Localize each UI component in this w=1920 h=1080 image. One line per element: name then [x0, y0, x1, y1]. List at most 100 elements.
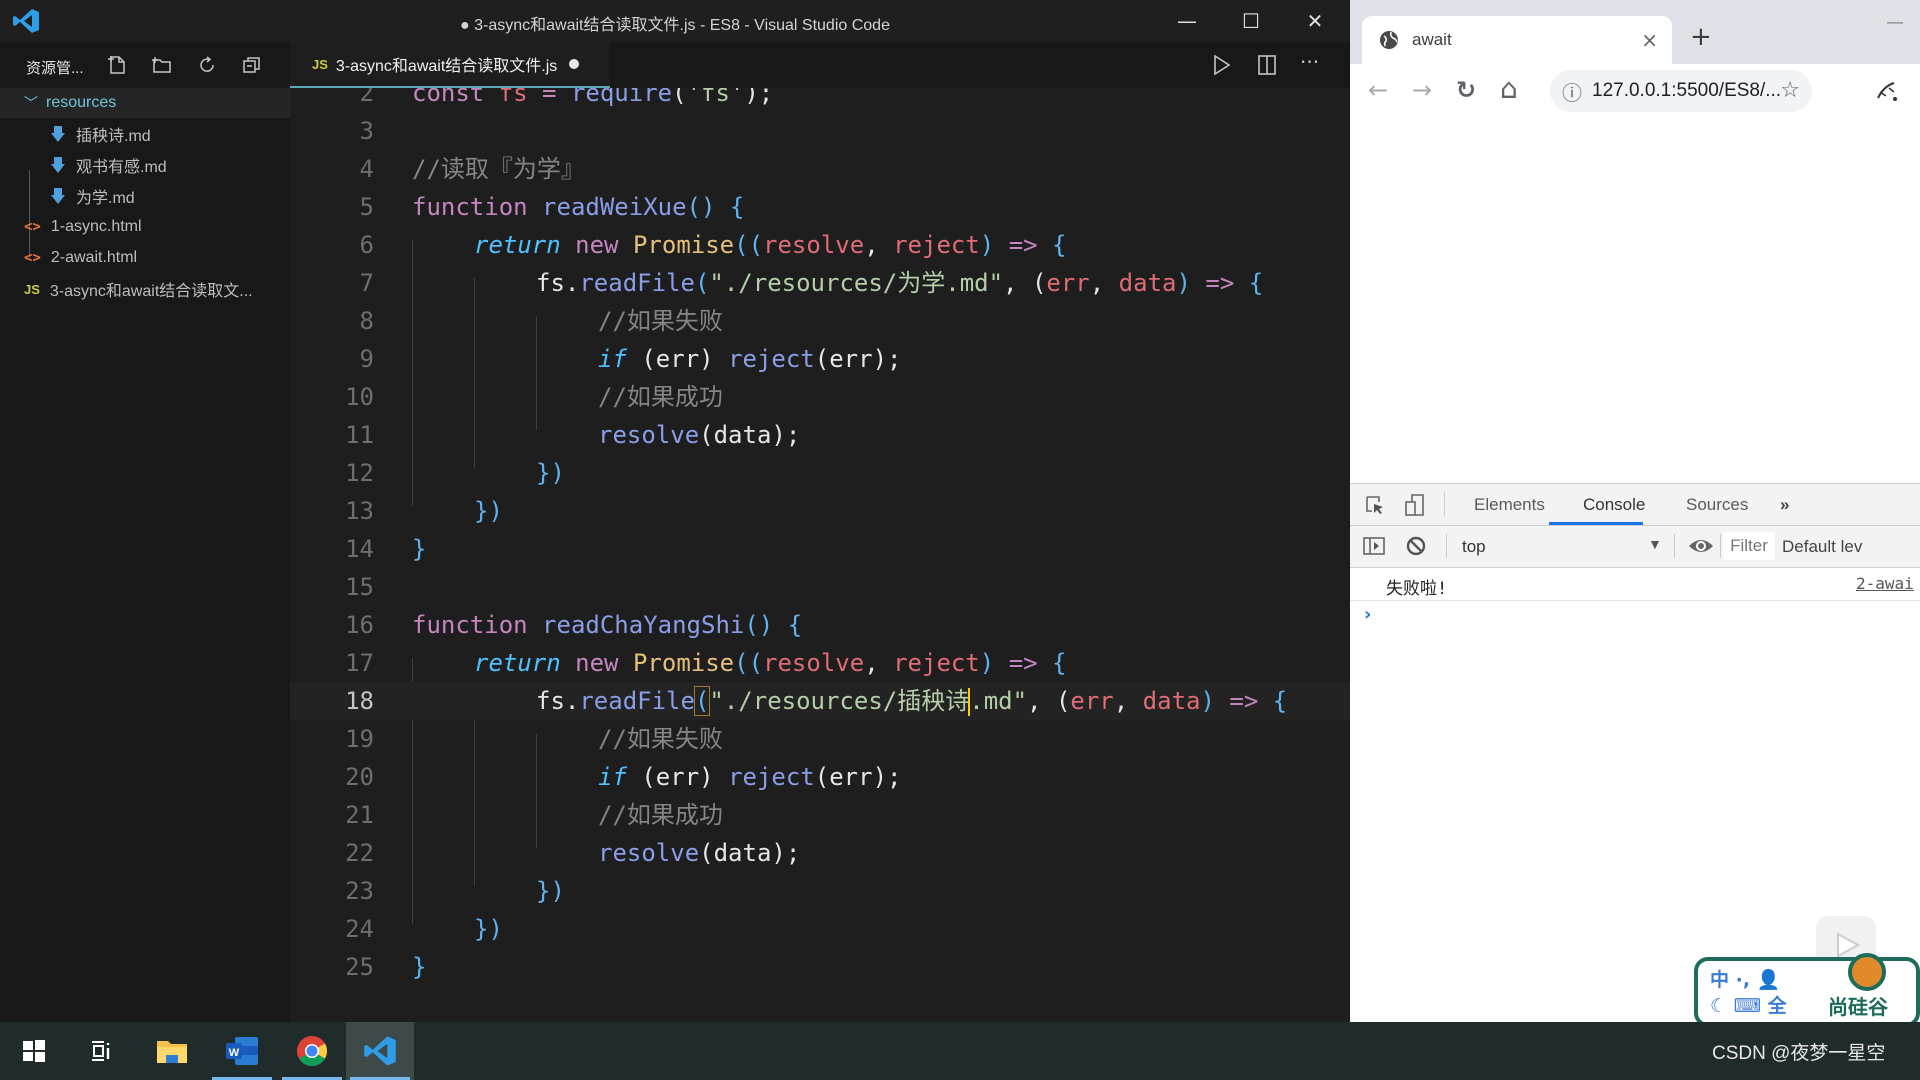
maximize-button[interactable]: ☐ [1219, 0, 1283, 42]
site-info-icon[interactable]: ⓘ [1562, 77, 1582, 106]
markdown-file-icon [51, 126, 65, 142]
split-editor-icon[interactable] [1254, 52, 1280, 78]
tree-item-label: 3-async和await结合读取文... [49, 283, 253, 300]
back-icon[interactable]: ← [1368, 76, 1388, 104]
context-select[interactable]: top [1462, 537, 1486, 557]
refresh-icon[interactable] [196, 54, 218, 76]
maximize-icon: ☐ [1242, 9, 1260, 33]
js-file-icon: JS [24, 281, 40, 297]
code-line: 12}) [290, 454, 1350, 492]
start-button[interactable] [0, 1022, 68, 1080]
tree-item-label: 2-await.html [50, 249, 138, 266]
code-line: 21 //如果成功 [290, 796, 1350, 834]
explorer-sidebar: 资源管... ﹀ resources 插秧诗.md 观书有感.md 为学.md … [0, 42, 290, 1022]
code-text: } [412, 953, 427, 981]
folder-icon [157, 1041, 187, 1063]
tree-item-1-async-html[interactable]: <> 1-async.html [0, 212, 290, 242]
html-file-icon: <> [24, 219, 41, 235]
ime-toolbar[interactable]: 中 ·, 👤 ☾ ⌨ 全 尚硅谷 [1694, 953, 1920, 1027]
browser-toolbar: ← → ↻ ⌂ ⓘ 127.0.0.1:5500/ES8/... ☆ [1350, 64, 1920, 121]
device-toolbar-icon[interactable] [1404, 493, 1426, 517]
separator [1720, 534, 1721, 558]
unsaved-dot-icon[interactable] [569, 59, 580, 69]
tree-item-label: resources [46, 94, 117, 111]
code-line: 22 resolve(data); [290, 834, 1350, 872]
code-line: 8 //如果失败 [290, 302, 1350, 340]
console-message: 失败啦! 2-awai [1350, 568, 1920, 601]
console-message-text: 失败啦! [1386, 579, 1448, 599]
globe-icon [1380, 31, 1398, 49]
console-filter-input[interactable]: Filter [1723, 532, 1775, 560]
line-number: 7 [359, 269, 374, 297]
close-icon: ✕ [1306, 9, 1324, 33]
console-toolbar: top ▼ Filter Default lev [1350, 526, 1920, 568]
code-editor[interactable]: 2 const fs = require('fs'); 3 4 //读取『为学』 5… [290, 88, 1350, 1022]
reload-icon[interactable]: ↻ [1456, 76, 1476, 104]
browser-minimize-button[interactable]: — [1886, 12, 1904, 33]
devtools-tab-sources[interactable]: Sources [1686, 495, 1748, 515]
devtools-tab-console[interactable]: Console [1583, 495, 1645, 515]
task-view-button[interactable] [68, 1022, 136, 1080]
url-text[interactable]: 127.0.0.1:5500/ES8/... [1592, 80, 1781, 102]
forward-icon[interactable]: → [1412, 76, 1432, 104]
bookmark-star-icon[interactable]: ☆ [1780, 78, 1800, 103]
minimize-button[interactable]: — [1155, 0, 1219, 42]
windows-logo-icon [23, 1040, 45, 1062]
code-text: function readChaYangShi() { [412, 611, 803, 639]
code-text: if (err) reject(err); [598, 345, 902, 373]
file-explorer-taskbar-item[interactable] [138, 1022, 206, 1080]
inspect-element-icon[interactable] [1364, 494, 1386, 516]
new-tab-button[interactable]: + [1690, 22, 1712, 52]
run-icon[interactable] [1208, 52, 1234, 78]
chrome-taskbar-item[interactable] [278, 1022, 346, 1080]
close-button[interactable]: ✕ [1283, 0, 1347, 42]
tab-3-async-await-js[interactable]: JS 3-async和await结合读取文件.js [290, 42, 610, 88]
line-number: 15 [345, 573, 374, 601]
line-number: 20 [345, 763, 374, 791]
line-number: 10 [345, 383, 374, 411]
code-line: 23}) [290, 872, 1350, 910]
code-text: return new Promise((resolve, reject) => … [474, 649, 1067, 677]
tree-item-guanshuyougan[interactable]: 观书有感.md [0, 150, 290, 180]
new-folder-icon[interactable] [151, 54, 173, 76]
code-line: 25} [290, 948, 1350, 986]
translate-extension-icon[interactable] [1874, 78, 1900, 104]
devtools-tab-elements[interactable]: Elements [1474, 495, 1545, 515]
live-expression-eye-icon[interactable] [1688, 536, 1714, 556]
vscode-taskbar-item[interactable] [346, 1022, 414, 1080]
tree-item-chayangshi[interactable]: 插秧诗.md [0, 119, 290, 149]
console-prompt-icon[interactable]: › [1364, 604, 1371, 625]
code-line: 11 resolve(data); [290, 416, 1350, 454]
clear-console-icon[interactable] [1405, 535, 1427, 557]
code-line: 14} [290, 530, 1350, 568]
line-number: 21 [345, 801, 374, 829]
home-icon[interactable]: ⌂ [1500, 72, 1518, 105]
console-message-source-link[interactable]: 2-awai [1856, 574, 1914, 593]
word-taskbar-item[interactable]: W [208, 1022, 276, 1080]
code-line: 17 return new Promise((resolve, reject) =… [290, 644, 1350, 682]
dropdown-arrow-icon[interactable]: ▼ [1648, 536, 1662, 552]
tree-folder-resources[interactable]: ﹀ resources [0, 88, 290, 118]
line-number: 24 [345, 915, 374, 943]
code-text: }) [474, 915, 503, 943]
close-tab-icon[interactable]: × [1641, 28, 1658, 52]
browser-tab-await[interactable]: await × [1362, 16, 1672, 64]
line-number: 8 [359, 307, 374, 335]
tree-item-2-await-html[interactable]: <> 2-await.html [0, 243, 290, 273]
more-tabs-icon[interactable]: » [1780, 495, 1789, 515]
tree-item-weixue[interactable]: 为学.md [0, 181, 290, 211]
more-actions-icon[interactable]: ··· [1300, 50, 1326, 76]
devtools-tab-bar: Elements Console Sources » [1350, 484, 1920, 526]
collapse-all-icon[interactable] [241, 54, 263, 76]
code-line: 5 function readWeiXue() { [290, 188, 1350, 226]
show-sidebar-icon[interactable] [1362, 535, 1386, 557]
new-file-icon[interactable] [106, 54, 128, 76]
tree-item-3-async-await-js[interactable]: JS 3-async和await结合读取文... [0, 274, 290, 304]
browser-tab-title: await [1412, 30, 1452, 49]
tree-item-label: 观书有感.md [76, 159, 167, 176]
editor-tab-bar: JS 3-async和await结合读取文件.js ··· [290, 42, 1350, 88]
tree-item-label: 1-async.html [50, 218, 142, 235]
log-levels-select[interactable]: Default lev [1782, 537, 1862, 557]
separator [1444, 492, 1445, 516]
address-bar[interactable]: ⓘ 127.0.0.1:5500/ES8/... ☆ [1550, 70, 1812, 112]
